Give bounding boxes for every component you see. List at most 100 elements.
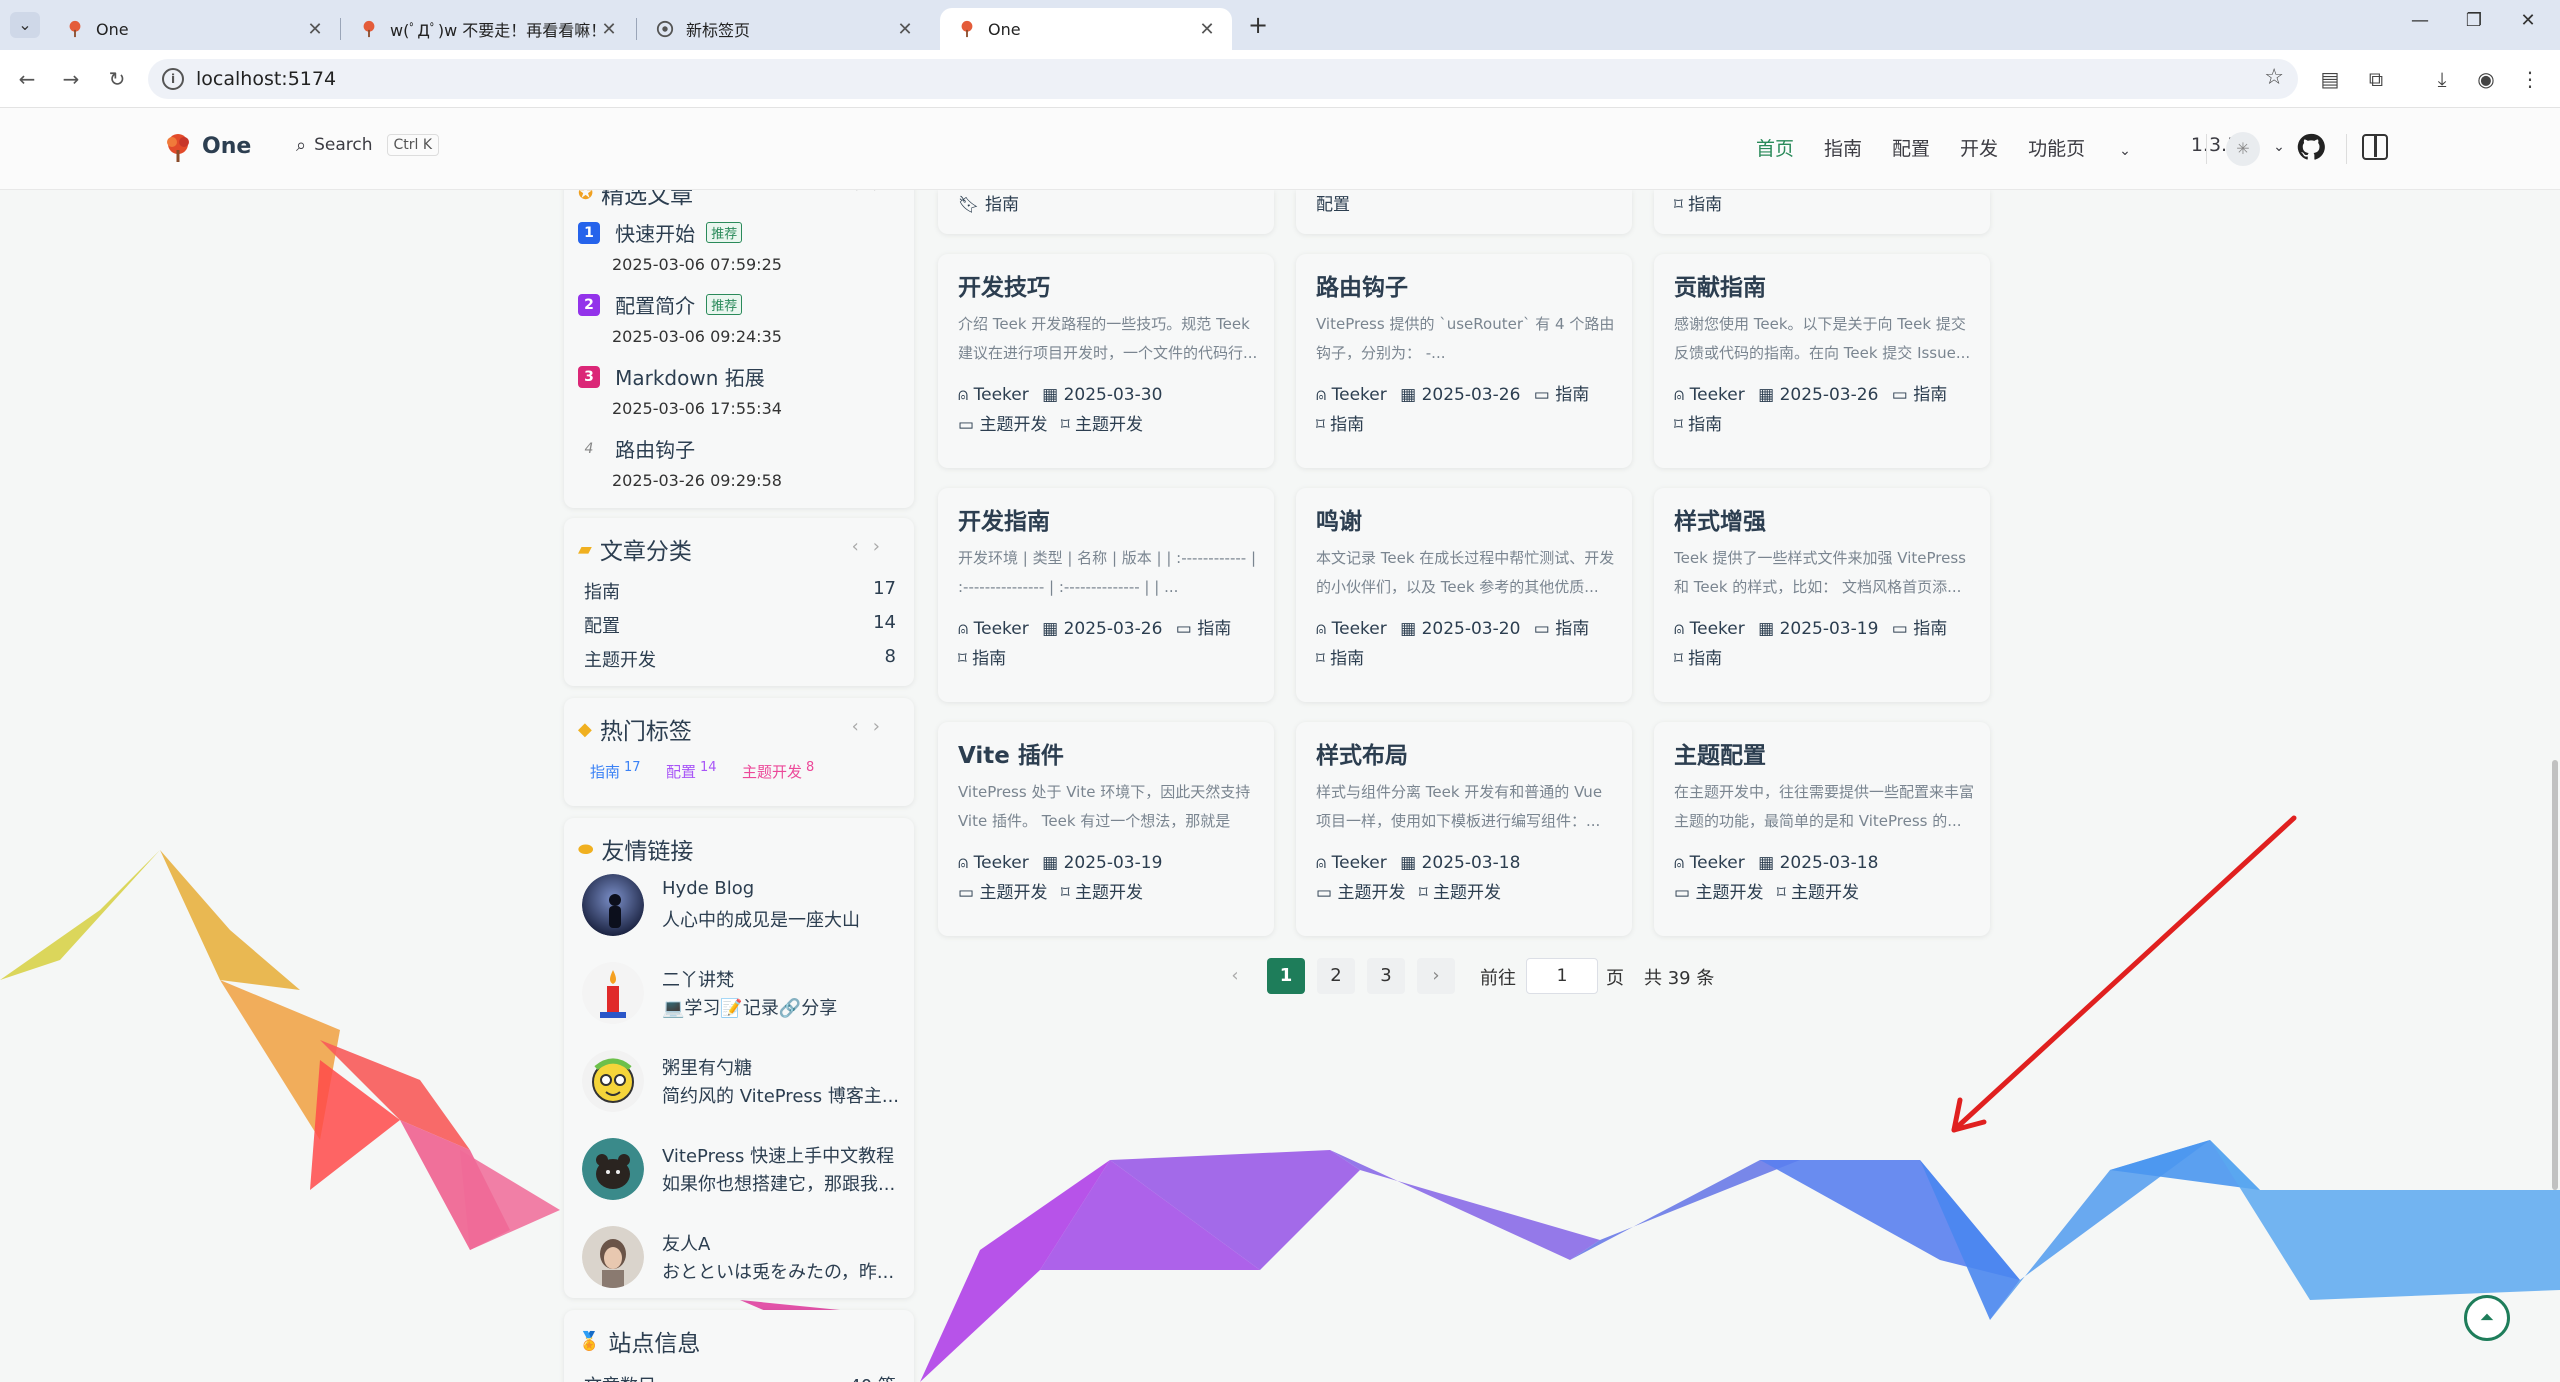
post-title[interactable]: 样式增强 xyxy=(1674,502,1766,536)
tab-close-icon[interactable]: ✕ xyxy=(304,19,326,40)
featured-post-title[interactable]: 配置简介 xyxy=(615,294,695,318)
post-author[interactable]: ⍝ Teeker xyxy=(958,385,1029,405)
post-category[interactable]: ▭ 主题开发 xyxy=(1316,883,1405,903)
post-category[interactable]: ▭ 指南 xyxy=(1176,619,1231,639)
back-icon[interactable]: ← xyxy=(12,64,42,94)
post-title[interactable]: 开发指南 xyxy=(958,502,1050,536)
featured-post-title[interactable]: 路由钩子 xyxy=(615,438,695,462)
post-card[interactable]: 🔖︎ 指南 xyxy=(938,190,1274,234)
browser-tab[interactable]: 新标签页 ✕ xyxy=(638,8,930,50)
back-to-top-icon[interactable]: ⏶ xyxy=(2464,1295,2510,1341)
post-card[interactable]: 配置 xyxy=(1296,190,1632,234)
tab-close-icon[interactable]: ✕ xyxy=(894,19,916,40)
tab-search-chevron-icon[interactable]: ⌄ xyxy=(10,12,40,38)
post-title[interactable]: 鸣谢 xyxy=(1316,502,1362,536)
downloads-icon[interactable]: ⤓ xyxy=(2428,65,2456,93)
theme-toggle-sun-icon[interactable]: ✳ xyxy=(2226,132,2260,166)
address-bar[interactable]: i localhost:5174 ☆ xyxy=(148,59,2298,99)
extensions-icon[interactable]: ⧉ xyxy=(2362,65,2390,93)
nav-develop[interactable]: 开发 xyxy=(1960,134,1998,161)
friend-link-item[interactable]: 粥里有勺糖 简约风的 VitePress 博客主... xyxy=(582,1050,912,1116)
post-tag[interactable]: 配置 xyxy=(1316,195,1350,215)
page-button-1[interactable]: 1 xyxy=(1267,958,1305,994)
prev-page-icon[interactable]: ‹ xyxy=(1216,958,1254,994)
page-scrollbar[interactable] xyxy=(2550,190,2560,1382)
featured-post-title[interactable]: Markdown 拓展 xyxy=(615,366,765,390)
post-card[interactable]: 贡献指南 感谢您使用 Teek。以下是关于向 Teek 提交反馈或代码的指南。在… xyxy=(1654,254,1990,468)
browser-tab-active[interactable]: One ✕ xyxy=(940,8,1232,50)
tab-close-icon[interactable]: ✕ xyxy=(1196,19,1218,40)
tag-chip[interactable]: 主题开发 8 xyxy=(742,760,814,782)
categories-pager[interactable]: ‹› xyxy=(852,536,894,557)
post-title[interactable]: 贡献指南 xyxy=(1674,268,1766,302)
nav-features-dropdown[interactable]: 功能页 ⌄ xyxy=(2028,134,2161,161)
post-title[interactable]: 路由钩子 xyxy=(1316,268,1408,302)
post-category[interactable]: ▭ 主题开发 xyxy=(958,415,1047,435)
post-category[interactable]: ▭ 主题开发 xyxy=(958,883,1047,903)
window-close-icon[interactable]: ✕ xyxy=(2508,10,2548,31)
nav-config[interactable]: 配置 xyxy=(1892,134,1930,161)
tags-pager[interactable]: ‹› xyxy=(852,716,894,737)
next-page-icon[interactable]: › xyxy=(1417,958,1455,994)
search-button[interactable]: ⌕ Search Ctrl K xyxy=(296,134,440,156)
new-tab-icon[interactable]: + xyxy=(1244,12,1272,40)
friend-link-item[interactable]: VitePress 快速上手中文教程 如果你也想搭建它，那跟我... xyxy=(582,1138,912,1204)
nav-guide[interactable]: 指南 xyxy=(1824,134,1862,161)
more-menu-icon[interactable]: ⋮ xyxy=(2516,65,2544,93)
post-tag[interactable]: ⌑ 指南 xyxy=(958,649,1006,669)
post-tag[interactable]: ⌑ 指南 xyxy=(1316,415,1364,435)
profile-icon[interactable]: ◉ xyxy=(2472,65,2500,93)
post-card[interactable]: 开发技巧 介绍 Teek 开发路程的一些技巧。规范 Teek 建议在进行项目开发… xyxy=(938,254,1274,468)
post-title[interactable]: 样式布局 xyxy=(1316,736,1408,770)
forward-icon[interactable]: → xyxy=(56,64,86,94)
post-tag[interactable]: ⌑ 主题开发 xyxy=(1419,883,1501,903)
post-category[interactable]: ▭ 主题开发 xyxy=(1674,883,1763,903)
featured-post-item[interactable]: 3 Markdown 拓展 2025-03-06 17:55:34 xyxy=(578,362,782,418)
post-tag[interactable]: ⌑ 主题开发 xyxy=(1061,883,1143,903)
restore-icon[interactable]: ❐ xyxy=(2454,10,2494,31)
post-title[interactable]: 开发技巧 xyxy=(958,268,1050,302)
post-card[interactable]: 鸣谢 本文记录 Teek 在成长过程中帮忙测试、开发的小伙伴们，以及 Teek … xyxy=(1296,488,1632,702)
post-author[interactable]: ⍝ Teeker xyxy=(1674,619,1745,639)
post-card[interactable]: ⌑ 指南 xyxy=(1654,190,1990,234)
post-title[interactable]: 主题配置 xyxy=(1674,736,1766,770)
post-author[interactable]: ⍝ Teeker xyxy=(1674,853,1745,873)
friend-link-item[interactable]: 友人A おとといは兎をみたの，昨... xyxy=(582,1226,912,1292)
reload-icon[interactable]: ↻ xyxy=(102,64,132,94)
bookmark-star-icon[interactable]: ☆ xyxy=(2264,65,2284,90)
post-category[interactable]: ▭ 指南 xyxy=(1892,619,1947,639)
browser-tab[interactable]: One ✕ xyxy=(48,8,340,50)
browser-tab[interactable]: w(ﾟДﾟ)w 不要走！再看看嘛！ ✕ xyxy=(342,8,634,50)
post-author[interactable]: ⍝ Teeker xyxy=(1674,385,1745,405)
post-tag[interactable]: ⌑ 指南 xyxy=(1674,649,1722,669)
post-author[interactable]: ⍝ Teeker xyxy=(1316,619,1387,639)
featured-post-item[interactable]: 1 快速开始 推荐 2025-03-06 07:59:25 xyxy=(578,218,782,274)
nav-home[interactable]: 首页 xyxy=(1756,134,1794,161)
tab-close-icon[interactable]: ✕ xyxy=(598,19,620,40)
category-item[interactable]: 主题开发 8 xyxy=(584,646,896,672)
page-button-3[interactable]: 3 xyxy=(1367,958,1405,994)
featured-post-item[interactable]: 2 配置简介 推荐 2025-03-06 09:24:35 xyxy=(578,290,782,346)
post-tag[interactable]: ⌑ 指南 xyxy=(1316,649,1364,669)
next-arrow-icon[interactable]: › xyxy=(873,536,894,557)
goto-page-input[interactable]: 1 xyxy=(1526,958,1598,994)
post-tag[interactable]: ⌑ 主题开发 xyxy=(1777,883,1859,903)
prev-arrow-icon[interactable]: ‹ xyxy=(852,536,873,557)
minimize-icon[interactable]: — xyxy=(2400,10,2440,31)
layout-toggle-icon[interactable] xyxy=(2362,134,2388,160)
post-author[interactable]: ⍝ Teeker xyxy=(1316,853,1387,873)
site-info-icon[interactable]: i xyxy=(162,68,184,90)
page-button-2[interactable]: 2 xyxy=(1317,958,1355,994)
post-title[interactable]: Vite 插件 xyxy=(958,736,1064,770)
post-card[interactable]: 样式布局 样式与组件分离 Teek 开发有和普通的 Vue 项目一样，使用如下模… xyxy=(1296,722,1632,936)
category-item[interactable]: 配置 14 xyxy=(584,612,896,638)
post-tag[interactable]: ⌑ 指南 xyxy=(1674,195,1722,215)
post-tag[interactable]: ⌑ 主题开发 xyxy=(1061,415,1143,435)
post-tag[interactable]: ⌑ 指南 xyxy=(1674,415,1722,435)
friend-link-item[interactable]: Hyde Blog 人心中的成见是一座大山 xyxy=(582,874,912,940)
site-title[interactable]: One xyxy=(202,134,251,159)
post-card[interactable]: 开发指南 开发环境 | 类型 | 名称 | 版本 | | :----------… xyxy=(938,488,1274,702)
github-icon[interactable] xyxy=(2296,132,2326,162)
tag-chip[interactable]: 指南 17 xyxy=(590,760,641,782)
next-arrow-icon[interactable]: › xyxy=(873,716,894,737)
